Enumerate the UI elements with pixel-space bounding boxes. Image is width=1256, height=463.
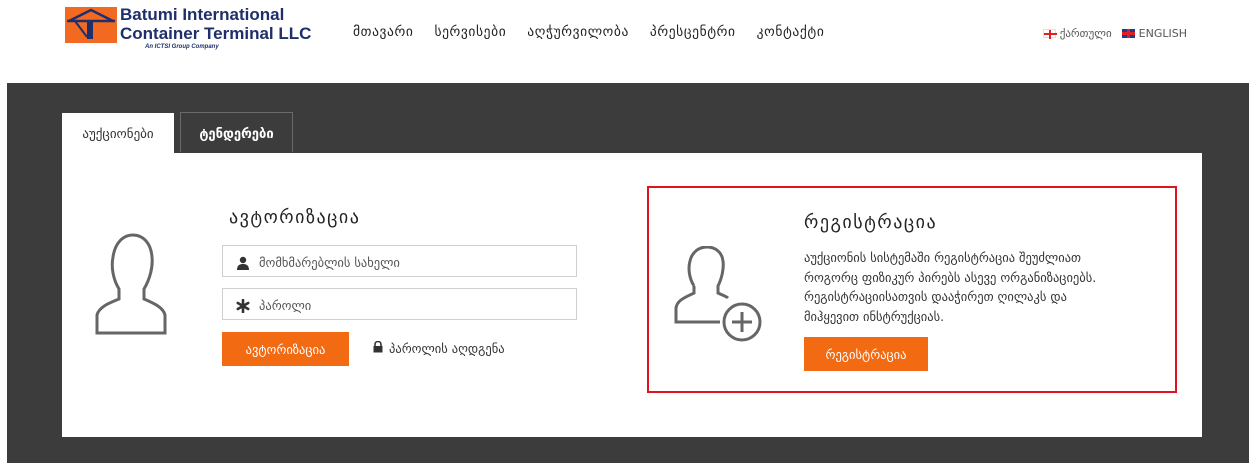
- logo-subtitle: An ICTSI Group Company: [145, 44, 219, 50]
- uk-flag-icon[interactable]: [1121, 29, 1135, 38]
- site-header: Batumi International Container Terminal …: [0, 0, 1256, 72]
- nav-item-services[interactable]: სერვისები: [434, 24, 506, 40]
- registration-text-line: როგორც ფიზიკურ პირებს ასევე ორგანიზაციებ…: [804, 269, 1097, 285]
- add-user-icon: [674, 245, 774, 346]
- user-avatar-icon: [95, 231, 167, 337]
- logo-title-line2: Container Terminal LLC: [120, 24, 312, 43]
- language-switcher: ქართული ENGLISH: [1042, 27, 1187, 40]
- nav-item-home[interactable]: მთავარი: [353, 24, 413, 40]
- main-nav: მთავარი სერვისები აღჭურვილობა პრესცენტრი…: [353, 24, 824, 40]
- lock-icon: [373, 340, 383, 356]
- logo-title-line1: Batumi International: [120, 5, 285, 24]
- tab-tenders[interactable]: ტენდერები: [180, 112, 293, 152]
- user-icon: [236, 255, 250, 270]
- registration-text-line: აუქციონის სისტემაში რეგისტრაცია შეუძლიათ: [804, 250, 1082, 265]
- forgot-password-link[interactable]: პაროლის აღდგენა: [373, 340, 505, 356]
- asterisk-icon: [236, 298, 250, 314]
- georgia-flag-icon[interactable]: [1042, 29, 1057, 39]
- registration-title: რეგისტრაცია: [804, 212, 938, 233]
- lang-georgian-link[interactable]: ქართული: [1060, 27, 1112, 40]
- tab-auctions[interactable]: აუქციონები: [62, 113, 174, 153]
- password-input[interactable]: [257, 289, 561, 321]
- registration-box: რეგისტრაცია აუქციონის სისტემაში რეგისტრა…: [647, 186, 1177, 393]
- login-title: ავტორიზაცია: [229, 207, 361, 228]
- username-input[interactable]: [257, 246, 561, 278]
- nav-item-equipment[interactable]: აღჭურვილობა: [527, 24, 629, 40]
- nav-item-contact[interactable]: კონტაქტი: [757, 24, 825, 40]
- forgot-password-label: პაროლის აღდგენა: [389, 341, 505, 356]
- registration-text-line: რეგისტრაციისათვის დააჭირეთ ღილაკს და: [804, 289, 1067, 304]
- nav-item-press-center[interactable]: პრესცენტრი: [650, 24, 736, 40]
- login-button[interactable]: ავტორიზაცია: [222, 332, 349, 366]
- lang-english-link[interactable]: ENGLISH: [1139, 27, 1187, 40]
- register-button[interactable]: რეგისტრაცია: [804, 337, 928, 371]
- registration-description: აუქციონის სისტემაში რეგისტრაცია შეუძლიათ…: [804, 248, 1174, 326]
- registration-text-line: მიჰყევით ინსტრუქციას.: [804, 308, 945, 324]
- auction-panel: აუქციონები ტენდერები ავტორიზაცია მომხმარ…: [7, 83, 1249, 463]
- password-field[interactable]: [222, 288, 577, 321]
- company-logo[interactable]: Batumi International Container Terminal …: [65, 5, 325, 63]
- username-field[interactable]: [222, 245, 577, 278]
- tab-content: ავტორიზაცია მომხმარებლის სახელი ავტორიზა…: [62, 153, 1202, 437]
- crane-logo-icon: [65, 7, 117, 43]
